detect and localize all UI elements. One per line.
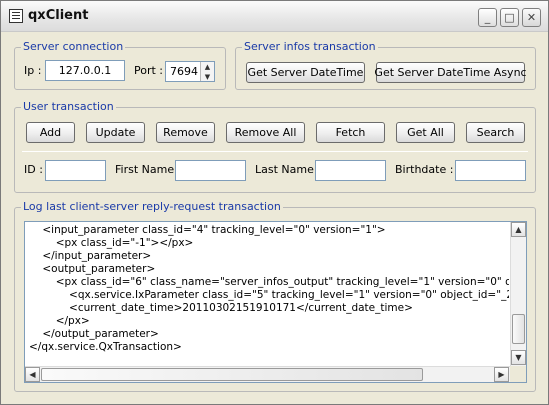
id-input[interactable]: [45, 160, 106, 181]
log-title: Log last client-server reply-request tra…: [21, 200, 283, 213]
scroll-up-icon: ▲: [515, 225, 522, 234]
add-button[interactable]: Add: [26, 122, 75, 143]
minimize-button[interactable]: _: [478, 8, 497, 27]
get-all-button[interactable]: Get All: [396, 122, 455, 143]
server-infos-title: Server infos transaction: [242, 40, 378, 53]
port-spinbox[interactable]: 7694 ▲ ▼: [165, 61, 215, 82]
title-bar[interactable]: qxClient _ □ ✕: [1, 1, 548, 32]
main-window: qxClient _ □ ✕ Server connection Ip : 12…: [0, 0, 549, 405]
log-textarea[interactable]: <input_parameter class_id="4" tracking_l…: [24, 221, 527, 383]
update-button[interactable]: Update: [86, 122, 145, 143]
scroll-down-icon: ▼: [515, 353, 522, 362]
scroll-left-button[interactable]: ◀: [25, 367, 40, 382]
user-transaction-divider: [22, 151, 528, 152]
spin-down-icon[interactable]: ▼: [201, 72, 214, 82]
app-icon: [9, 9, 23, 23]
ip-input[interactable]: 127.0.0.1: [45, 60, 125, 81]
first-name-input[interactable]: [175, 160, 246, 181]
last-name-input[interactable]: [315, 160, 386, 181]
scroll-down-button[interactable]: ▼: [511, 350, 526, 365]
scroll-corner: [510, 366, 526, 382]
first-name-label: First Name :: [115, 163, 182, 176]
vertical-scrollbar[interactable]: ▲ ▼: [510, 222, 526, 366]
id-label: ID :: [24, 163, 43, 176]
port-value: 7694: [170, 65, 198, 78]
remove-button[interactable]: Remove: [156, 122, 215, 143]
get-server-datetime-async-button[interactable]: Get Server DateTime Async: [374, 62, 527, 83]
spin-up-icon[interactable]: ▲: [201, 62, 214, 72]
horizontal-scrollbar[interactable]: ◀ ▶: [25, 366, 510, 382]
port-spin-buttons[interactable]: ▲ ▼: [200, 62, 214, 81]
remove-all-button[interactable]: Remove All: [226, 122, 305, 143]
scroll-right-button[interactable]: ▶: [494, 367, 509, 382]
vertical-scroll-thumb[interactable]: [512, 314, 525, 344]
scroll-right-icon: ▶: [498, 370, 505, 379]
horizontal-scroll-thumb[interactable]: [41, 368, 423, 381]
get-server-datetime-button[interactable]: Get Server DateTime: [246, 62, 365, 83]
user-transaction-title: User transaction: [21, 100, 116, 113]
search-button[interactable]: Search: [466, 122, 525, 143]
maximize-icon: □: [504, 11, 515, 24]
fetch-button[interactable]: Fetch: [316, 122, 385, 143]
maximize-button[interactable]: □: [500, 8, 519, 27]
close-icon: ✕: [526, 11, 537, 24]
scroll-left-icon: ◀: [29, 370, 36, 379]
window-title: qxClient: [28, 8, 89, 23]
ip-label: Ip :: [24, 64, 42, 77]
close-button[interactable]: ✕: [522, 8, 541, 27]
birthdate-label: Birthdate :: [395, 163, 454, 176]
port-label: Port :: [134, 64, 164, 77]
last-name-label: Last Name :: [255, 163, 322, 176]
minimize-icon: _: [484, 11, 491, 24]
server-connection-title: Server connection: [21, 40, 126, 53]
scroll-up-button[interactable]: ▲: [511, 222, 526, 237]
birthdate-input[interactable]: [455, 160, 526, 181]
log-text: <input_parameter class_id="4" tracking_l…: [29, 224, 509, 353]
